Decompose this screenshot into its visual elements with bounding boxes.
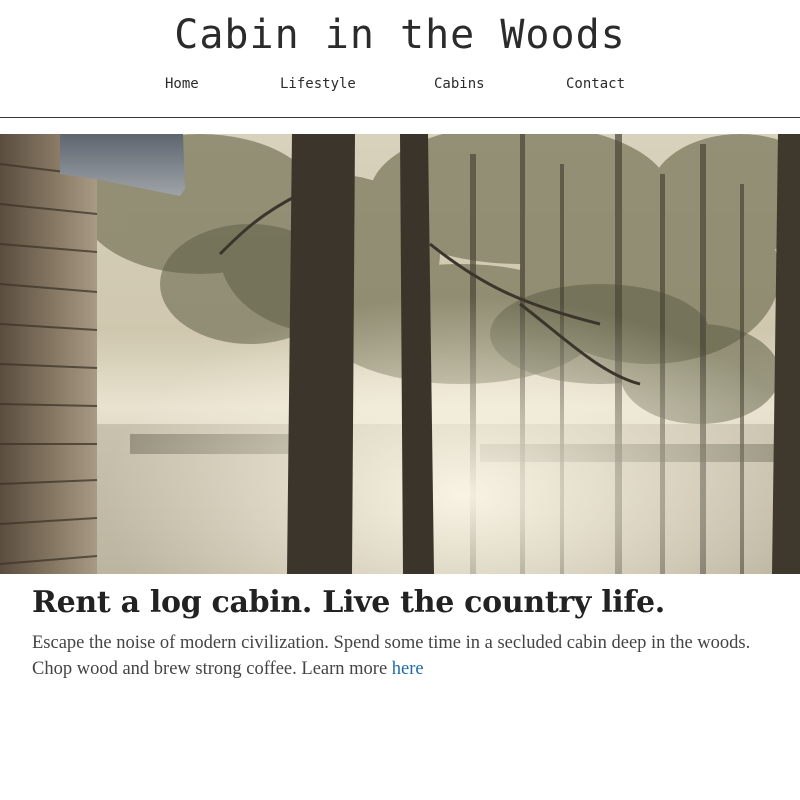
hero-image (0, 134, 800, 574)
learn-more-link[interactable]: here (392, 659, 424, 679)
intro-paragraph: Escape the noise of modern civilization.… (32, 630, 772, 682)
headline: Rent a log cabin. Live the country life. (32, 585, 665, 620)
nav-lifestyle[interactable]: Lifestyle (280, 76, 356, 92)
main-content: Rent a log cabin. Live the country life.… (32, 585, 772, 682)
nav-cabins[interactable]: Cabins (434, 76, 485, 92)
site-title[interactable]: Cabin in the Woods (0, 12, 800, 58)
main-nav: Home Lifestyle Cabins Contact (0, 76, 800, 96)
site-header: Cabin in the Woods Home Lifestyle Cabins… (0, 0, 800, 118)
nav-contact[interactable]: Contact (566, 76, 625, 92)
nav-home[interactable]: Home (165, 76, 199, 92)
